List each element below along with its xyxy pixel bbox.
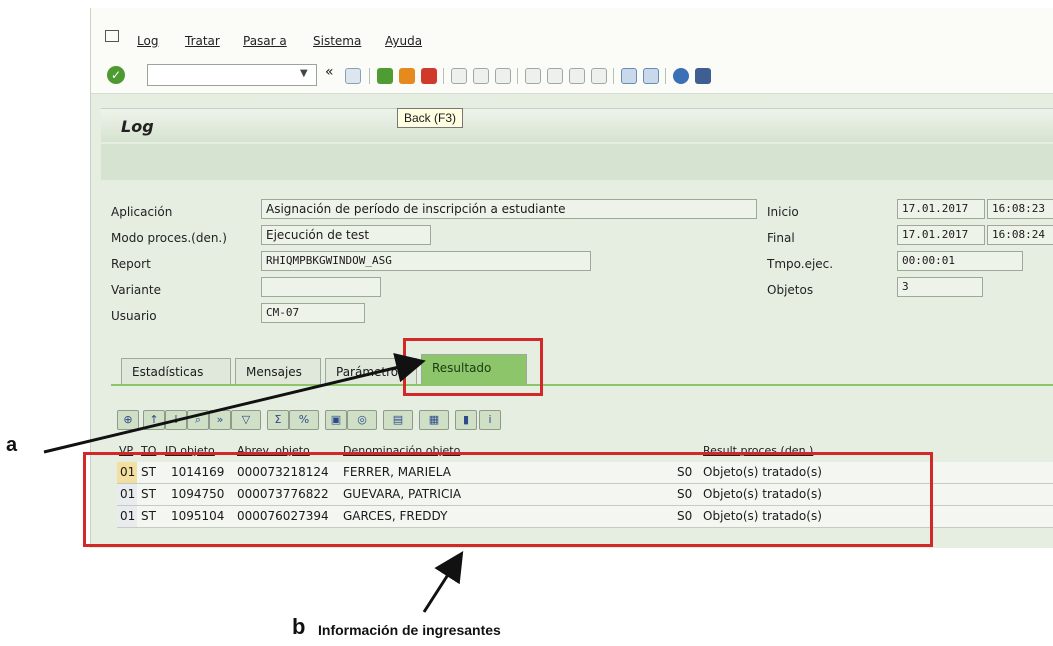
arrow-a-icon bbox=[43, 352, 426, 454]
annotation-b-text: Información de ingresantes bbox=[318, 622, 501, 638]
annotation-b-letter: b bbox=[292, 614, 306, 639]
arrow-b-icon bbox=[422, 550, 464, 613]
annotation-a: a bbox=[6, 434, 18, 456]
annotation-arrows bbox=[43, 352, 464, 613]
